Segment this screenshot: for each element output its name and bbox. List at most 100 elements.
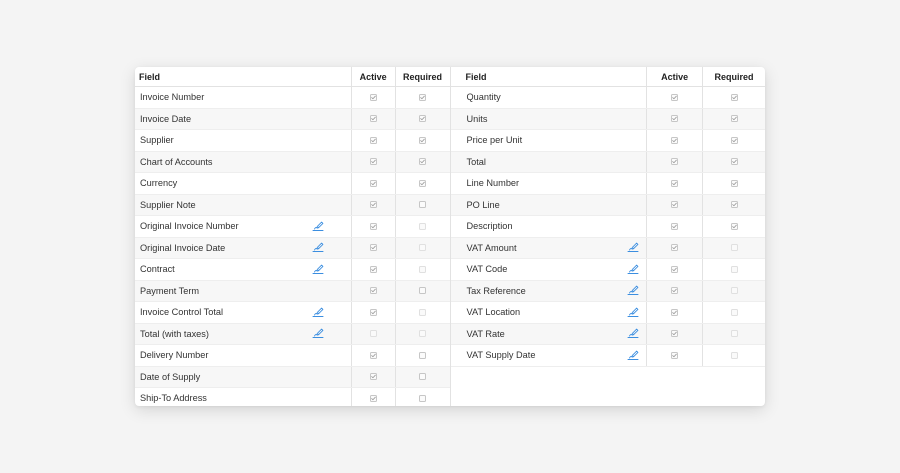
active-checkbox[interactable] (671, 201, 679, 209)
active-checkbox[interactable] (369, 308, 377, 316)
active-checkbox[interactable] (671, 222, 679, 230)
active-checkbox[interactable] (369, 394, 377, 402)
required-checkbox[interactable] (419, 201, 427, 209)
table-row-vat-rate: VAT Rate (450, 323, 765, 345)
field-cell: Invoice Date (135, 109, 351, 130)
edit-icon[interactable] (626, 328, 640, 340)
table-row-po-line: PO Line (450, 194, 765, 216)
active-checkbox[interactable] (369, 115, 377, 123)
required-checkbox[interactable] (419, 351, 427, 359)
required-checkbox[interactable] (730, 158, 738, 166)
required-cell (394, 259, 450, 280)
required-checkbox[interactable] (730, 136, 738, 144)
active-cell (350, 216, 395, 237)
required-checkbox (419, 308, 427, 316)
field-cell: Invoice Number (135, 87, 351, 108)
active-checkbox[interactable] (369, 265, 377, 273)
active-checkbox[interactable] (671, 93, 679, 101)
edit-icon[interactable] (626, 349, 640, 361)
required-checkbox[interactable] (419, 93, 427, 101)
field-label: Invoice Control Total (140, 307, 224, 318)
field-cell: Payment Term (135, 281, 351, 302)
active-cell (350, 345, 395, 366)
active-checkbox[interactable] (671, 351, 679, 359)
required-checkbox[interactable] (419, 179, 427, 187)
active-cell (350, 259, 395, 280)
active-checkbox[interactable] (671, 330, 679, 338)
required-checkbox[interactable] (419, 158, 427, 166)
required-checkbox[interactable] (730, 179, 738, 187)
required-cell (394, 280, 450, 301)
field-label: Contract (140, 264, 175, 275)
required-cell (702, 194, 765, 215)
field-cell: Total (451, 152, 647, 173)
field-cell: Currency (135, 173, 351, 194)
edit-icon[interactable] (626, 263, 640, 275)
required-cell (394, 388, 450, 406)
active-cell (646, 302, 702, 323)
active-checkbox[interactable] (369, 136, 377, 144)
field-label: Original Invoice Number (140, 221, 239, 232)
required-checkbox[interactable] (730, 222, 738, 230)
required-checkbox[interactable] (730, 93, 738, 101)
required-checkbox (419, 265, 427, 273)
required-checkbox[interactable] (730, 115, 738, 123)
field-label: Chart of Accounts (140, 156, 213, 167)
edit-icon[interactable] (311, 263, 325, 275)
active-checkbox[interactable] (369, 222, 377, 230)
field-label: Invoice Date (140, 113, 192, 124)
required-cell (702, 259, 765, 280)
active-checkbox[interactable] (369, 373, 377, 381)
active-checkbox[interactable] (671, 158, 679, 166)
required-cell (702, 130, 765, 151)
active-checkbox[interactable] (671, 287, 679, 295)
active-checkbox[interactable] (671, 115, 679, 123)
required-cell (394, 302, 450, 323)
field-cell: Quantity (451, 87, 647, 108)
active-checkbox[interactable] (671, 244, 679, 252)
table-row-quantity: Quantity (450, 87, 765, 109)
active-checkbox[interactable] (671, 179, 679, 187)
edit-icon[interactable] (626, 306, 640, 318)
table-row-vat-location: VAT Location (450, 302, 765, 324)
active-checkbox[interactable] (369, 351, 377, 359)
field-cell: Date of Supply (135, 367, 351, 388)
active-checkbox[interactable] (369, 287, 377, 295)
required-checkbox[interactable] (730, 201, 738, 209)
active-checkbox[interactable] (671, 308, 679, 316)
active-checkbox[interactable] (671, 136, 679, 144)
active-cell (646, 173, 702, 194)
table-row-total-with-taxes: Total (with taxes) (135, 323, 450, 345)
field-label: VAT Code (466, 264, 508, 275)
active-checkbox[interactable] (369, 201, 377, 209)
field-cell: VAT Supply Date (451, 345, 647, 366)
active-cell (646, 151, 702, 172)
edit-icon[interactable] (311, 306, 325, 318)
edit-icon[interactable] (626, 285, 640, 297)
required-checkbox[interactable] (419, 115, 427, 123)
active-checkbox[interactable] (671, 265, 679, 273)
table-row-date-of-supply: Date of Supply (135, 366, 450, 388)
field-label: VAT Location (466, 307, 521, 318)
edit-icon[interactable] (626, 242, 640, 254)
edit-icon[interactable] (311, 220, 325, 232)
edit-icon[interactable] (311, 242, 325, 254)
table-row-price-per-unit: Price per Unit (450, 130, 765, 152)
active-cell (350, 302, 395, 323)
active-cell (350, 130, 395, 151)
field-label: Price per Unit (466, 135, 523, 146)
required-checkbox[interactable] (419, 136, 427, 144)
required-checkbox[interactable] (419, 373, 427, 381)
required-cell (394, 366, 450, 387)
active-cell (646, 194, 702, 215)
active-checkbox[interactable] (369, 93, 377, 101)
required-checkbox[interactable] (419, 394, 427, 402)
required-checkbox[interactable] (419, 287, 427, 295)
field-column-header: Field (465, 71, 487, 82)
active-column-header: Active (646, 67, 702, 86)
active-checkbox[interactable] (369, 244, 377, 252)
active-cell (350, 323, 395, 344)
active-checkbox[interactable] (369, 158, 377, 166)
active-checkbox[interactable] (369, 179, 377, 187)
edit-icon[interactable] (311, 328, 325, 340)
